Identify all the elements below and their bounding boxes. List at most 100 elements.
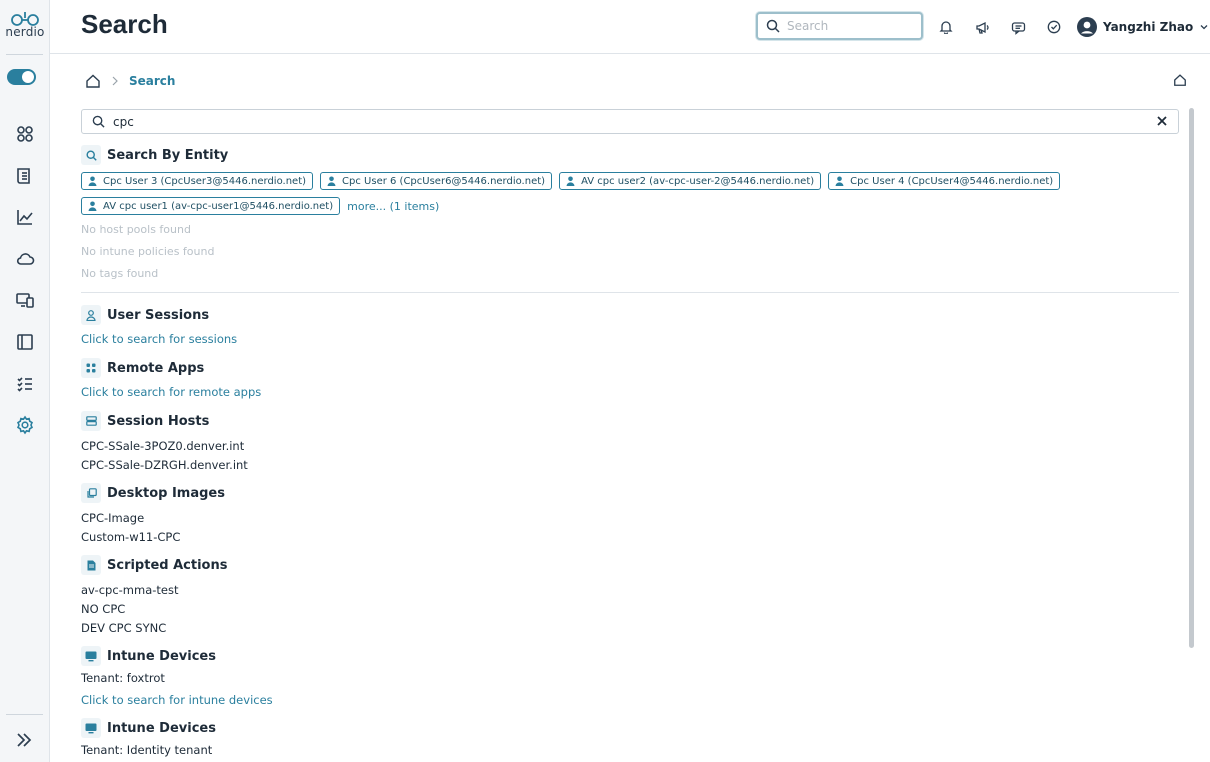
search-icon xyxy=(92,115,105,128)
monitor-icon xyxy=(81,718,101,738)
user-chip[interactable]: Cpc User 6 (CpcUser6@5446.nerdio.net) xyxy=(320,172,553,190)
sidebar: nerdio xyxy=(0,0,50,762)
chart-icon xyxy=(17,210,33,225)
intune-tenant-label: Tenant: foxtrot xyxy=(81,671,165,685)
user-outline-icon xyxy=(81,305,101,325)
chat-icon xyxy=(1011,21,1025,35)
chevron-right-icon xyxy=(112,76,118,86)
bell-icon xyxy=(939,21,953,34)
script-file-icon xyxy=(81,555,101,575)
content-scrollbar[interactable] xyxy=(1189,108,1194,648)
user-icon xyxy=(566,176,575,186)
search-filter-value: cpc xyxy=(113,114,134,129)
apps-grid-icon xyxy=(81,358,101,378)
global-search[interactable] xyxy=(756,12,923,40)
intune-devices-title: Intune Devices xyxy=(81,646,216,666)
support-chat-button[interactable] xyxy=(1007,16,1029,38)
search-icon xyxy=(766,19,780,33)
search-sessions-link[interactable]: Click to search for sessions xyxy=(81,332,237,346)
announcements-button[interactable] xyxy=(971,16,993,38)
settings-icon xyxy=(16,415,34,435)
sidebar-item-documents[interactable] xyxy=(13,164,37,188)
user-icon xyxy=(88,176,97,186)
breadcrumb: Search xyxy=(85,72,175,90)
intune-tenant-label: Tenant: Identity tenant xyxy=(81,743,213,757)
search-icon xyxy=(81,145,101,165)
cloud-icon xyxy=(16,253,35,265)
sidebar-divider xyxy=(6,54,43,55)
session-host-item[interactable]: CPC-SSale-3POZ0.denver.int xyxy=(81,439,244,453)
home-button[interactable] xyxy=(1173,72,1187,91)
sidebar-item-tasks[interactable] xyxy=(13,372,37,396)
scripted-action-item[interactable]: av-cpc-mma-test xyxy=(81,583,178,597)
entity-chip-row-1: Cpc User 3 (CpcUser3@5446.nerdio.net) Cp… xyxy=(81,172,1061,190)
desktop-images-title: Desktop Images xyxy=(81,483,225,503)
megaphone-icon xyxy=(975,21,989,34)
no-tags-text: No tags found xyxy=(81,267,159,280)
page-title: Search xyxy=(81,9,168,39)
layout-icon xyxy=(17,334,33,350)
devices-icon xyxy=(16,293,34,308)
desktop-image-item[interactable]: Custom-w11-CPC xyxy=(81,530,180,544)
chevron-down-icon xyxy=(1200,25,1208,30)
user-icon xyxy=(835,176,844,186)
user-avatar-icon xyxy=(1077,17,1097,37)
dashboard-icon xyxy=(17,126,33,142)
tasks-status-button[interactable] xyxy=(1043,16,1065,38)
scripted-action-item[interactable]: NO CPC xyxy=(81,602,125,616)
close-icon[interactable] xyxy=(1156,115,1168,127)
scripted-action-item[interactable]: DEV CPC SYNC xyxy=(81,621,166,635)
sidebar-toggle[interactable] xyxy=(7,69,36,85)
user-chip[interactable]: Cpc User 3 (CpcUser3@5446.nerdio.net) xyxy=(81,172,314,190)
user-chip[interactable]: Cpc User 4 (CpcUser4@5446.nerdio.net) xyxy=(828,172,1061,190)
checklist-icon xyxy=(17,377,32,392)
sidebar-item-analytics[interactable] xyxy=(13,205,37,229)
sidebar-expand-button[interactable] xyxy=(14,730,34,754)
session-host-item[interactable]: CPC-SSale-DZRGH.denver.int xyxy=(81,458,248,472)
section-divider xyxy=(81,292,1179,293)
header: Search Yangzhi Zhao xyxy=(50,0,1210,54)
search-remote-apps-link[interactable]: Click to search for remote apps xyxy=(81,385,261,399)
sidebar-item-settings[interactable] xyxy=(13,413,37,437)
user-menu[interactable]: Yangzhi Zhao xyxy=(1077,15,1209,39)
entity-section-title: Search By Entity xyxy=(81,145,228,165)
remote-apps-title: Remote Apps xyxy=(81,358,204,378)
sidebar-item-devices[interactable] xyxy=(13,288,37,312)
user-sessions-title: User Sessions xyxy=(81,305,209,325)
app-root: nerdio Search Search Yangzhi Zhao Search… xyxy=(0,0,1210,762)
user-chip[interactable]: AV cpc user2 (av-cpc-user-2@5446.nerdio.… xyxy=(559,172,822,190)
user-icon xyxy=(88,201,97,211)
notifications-button[interactable] xyxy=(935,16,957,38)
double-chevron-right-icon xyxy=(17,733,32,747)
search-filter-input[interactable]: cpc xyxy=(81,109,1179,134)
global-search-input[interactable] xyxy=(787,19,907,33)
sidebar-item-layout[interactable] xyxy=(13,330,37,354)
sidebar-divider-bottom xyxy=(6,714,43,715)
search-intune-devices-link[interactable]: Click to search for intune devices xyxy=(81,693,273,707)
home-icon xyxy=(1174,74,1186,86)
session-hosts-title: Session Hosts xyxy=(81,411,209,431)
intune-devices-title: Intune Devices xyxy=(81,718,216,738)
no-host-pools-text: No host pools found xyxy=(81,223,191,236)
user-icon xyxy=(327,176,336,186)
server-icon xyxy=(81,411,101,431)
nerdio-logo-icon xyxy=(11,12,39,26)
entity-chip-row-2: AV cpc user1 (av-cpc-user1@5446.nerdio.n… xyxy=(81,197,439,215)
images-icon xyxy=(81,483,101,503)
check-circle-icon xyxy=(1047,20,1061,34)
user-name: Yangzhi Zhao xyxy=(1103,20,1194,34)
sidebar-item-cloud[interactable] xyxy=(13,247,37,271)
sidebar-item-dashboard[interactable] xyxy=(13,122,37,146)
main-content: Search cpc Search By Entity Cpc User 3 (… xyxy=(81,55,1186,762)
breadcrumb-current[interactable]: Search xyxy=(129,74,175,88)
user-chip[interactable]: AV cpc user1 (av-cpc-user1@5446.nerdio.n… xyxy=(81,197,341,215)
more-entities-link[interactable]: more... (1 items) xyxy=(347,200,439,213)
no-intune-policies-text: No intune policies found xyxy=(81,245,215,258)
home-icon[interactable] xyxy=(85,73,101,89)
monitor-icon xyxy=(81,646,101,666)
logo[interactable]: nerdio xyxy=(0,10,50,39)
document-icon xyxy=(17,168,30,184)
desktop-image-item[interactable]: CPC-Image xyxy=(81,511,144,525)
scripted-actions-title: Scripted Actions xyxy=(81,555,227,575)
logo-text: nerdio xyxy=(5,25,45,39)
